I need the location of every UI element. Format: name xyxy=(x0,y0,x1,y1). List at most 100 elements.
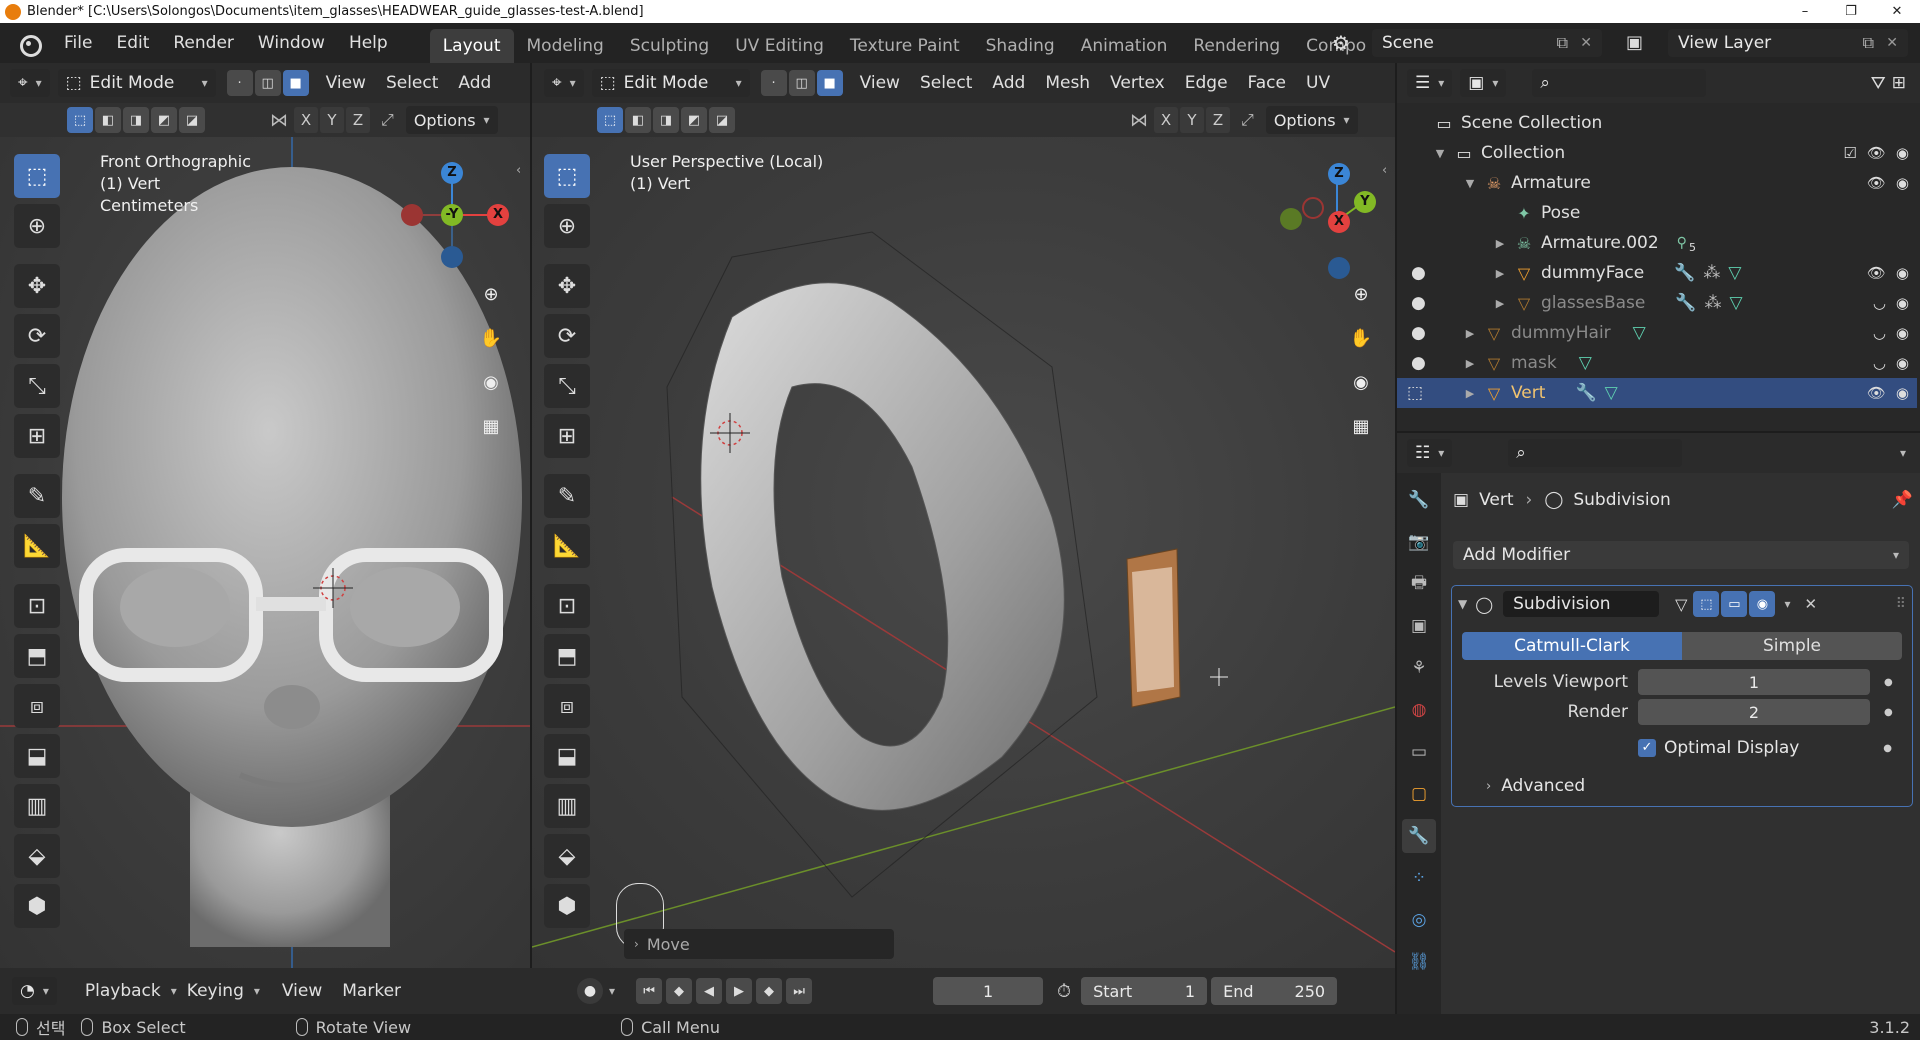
edit-mode-cage-icon[interactable]: ▽ xyxy=(1675,595,1687,614)
show-render-icon[interactable]: ◉ xyxy=(1749,591,1776,617)
outliner-row-mask[interactable]: ● ▶ ▽ mask ▽ ◡ ◉ xyxy=(1397,348,1917,378)
outliner-row-dummyhair[interactable]: ● ▶ ▽ dummyHair ▽ ◡ ◉ xyxy=(1397,318,1917,348)
select-invert-icon[interactable]: ◩ xyxy=(151,107,177,133)
gizmo-y-axis[interactable]: Y xyxy=(1354,191,1376,213)
outliner-row-pose[interactable]: ✦ Pose xyxy=(1397,198,1917,228)
gizmo-neg-x-axis[interactable] xyxy=(401,204,423,226)
menu-view[interactable]: View xyxy=(272,971,332,1011)
select-box-tool-icon[interactable]: ⬚ xyxy=(544,154,590,198)
modifier-wrench-icon[interactable]: 🔧 xyxy=(1575,383,1596,403)
measure-tool-icon[interactable]: 📐 xyxy=(544,524,590,568)
new-collection-icon[interactable]: ⊞ xyxy=(1892,73,1906,93)
select-subtract-icon[interactable]: ◨ xyxy=(123,107,149,133)
measure-tool-icon[interactable]: 📐 xyxy=(14,524,60,568)
axis-x-toggle[interactable]: X xyxy=(1154,107,1178,133)
options-dropdown[interactable]: Options ▾ xyxy=(1265,106,1358,134)
select-new-icon[interactable]: ⬚ xyxy=(597,107,623,133)
chevron-down-icon[interactable]: ▾ xyxy=(1784,597,1790,611)
perspective-grid-icon[interactable]: ▦ xyxy=(1345,410,1377,442)
gizmo-neg-z-axis[interactable] xyxy=(1328,257,1350,279)
mirror-icon[interactable]: ⋈ xyxy=(270,110,288,131)
play-icon[interactable]: ▶ xyxy=(726,978,753,1004)
loop-cut-tool-icon[interactable]: ▥ xyxy=(544,784,590,828)
face-select-icon[interactable]: ■ xyxy=(282,70,309,96)
modifier-wrench-icon[interactable]: 🔧 xyxy=(1675,293,1696,313)
add-modifier-button[interactable]: Add Modifier ▾ xyxy=(1453,541,1909,569)
menu-view[interactable]: View xyxy=(316,63,376,103)
collapse-chevron-icon[interactable]: ▼ xyxy=(1458,597,1467,611)
tab-shading[interactable]: Shading xyxy=(973,29,1068,63)
eye-icon[interactable]: 👁 xyxy=(1867,174,1886,192)
select-subtract-icon[interactable]: ◨ xyxy=(653,107,679,133)
properties-editor-dropdown[interactable]: ☷ ▾ xyxy=(1407,439,1453,467)
vertex-groups-icon[interactable]: ⁂ xyxy=(1703,263,1720,283)
output-tab-icon[interactable]: 🖶 xyxy=(1402,567,1436,601)
menu-vertex[interactable]: Vertex xyxy=(1100,63,1175,103)
cursor-tool-icon[interactable]: ⊕ xyxy=(544,204,590,248)
keyframe-dot-icon[interactable]: ● xyxy=(1884,707,1893,718)
outliner-row-collection[interactable]: ▼ ▭ Collection ☑ 👁 ◉ xyxy=(1397,138,1917,168)
menu-edit[interactable]: Edit xyxy=(104,23,161,63)
mesh-data-icon[interactable]: ▽ xyxy=(1579,353,1592,373)
play-reverse-icon[interactable]: ◀ xyxy=(696,978,723,1004)
render-tab-icon[interactable]: 📷 xyxy=(1402,525,1436,559)
zoom-icon[interactable]: ⊕ xyxy=(475,278,507,310)
display-mode-dropdown[interactable]: ▣ ▾ xyxy=(1460,69,1507,97)
axis-x-toggle[interactable]: X xyxy=(294,107,318,133)
maximize-button[interactable]: ❐ xyxy=(1828,0,1874,23)
edit-dot-icon[interactable]: ● xyxy=(1411,263,1426,283)
expand-arrow-icon[interactable]: ▼ xyxy=(1433,147,1447,160)
select-new-icon[interactable]: ⬚ xyxy=(67,107,93,133)
rotate-tool-icon[interactable]: ⟳ xyxy=(544,314,590,358)
vertex-select-icon[interactable]: · xyxy=(760,70,787,96)
chevron-down-icon[interactable]: ▾ xyxy=(609,984,615,998)
extrude-tool-icon[interactable]: ⬒ xyxy=(14,634,60,678)
camera-render-icon[interactable]: ◉ xyxy=(1896,354,1909,372)
mode-dropdown[interactable]: ⬚ Edit Mode ▾ xyxy=(57,69,216,97)
expand-arrow-icon[interactable]: ▶ xyxy=(1493,297,1507,310)
scene-field[interactable]: Scene ⧉ ✕ xyxy=(1372,29,1602,57)
gizmo-z-axis[interactable]: Z xyxy=(441,162,463,184)
menu-add[interactable]: Add xyxy=(448,63,501,103)
extrude-tool-icon[interactable]: ⬒ xyxy=(544,634,590,678)
inset-tool-icon[interactable]: ⧈ xyxy=(544,684,590,728)
camera-render-icon[interactable]: ◉ xyxy=(1896,294,1909,312)
camera-render-icon[interactable]: ◉ xyxy=(1896,174,1909,192)
render-levels-field[interactable]: 2 xyxy=(1638,699,1870,725)
tool-tab-icon[interactable]: 🔧 xyxy=(1402,483,1436,517)
start-frame-field[interactable]: Start 1 xyxy=(1081,977,1208,1005)
camera-render-icon[interactable]: ◉ xyxy=(1896,144,1909,162)
tab-uv-editing[interactable]: UV Editing xyxy=(722,29,837,63)
remove-scene-icon[interactable]: ✕ xyxy=(1580,35,1592,51)
select-extend-icon[interactable]: ◧ xyxy=(95,107,121,133)
last-operator-panel[interactable]: › Move xyxy=(624,929,894,959)
delete-modifier-icon[interactable]: ✕ xyxy=(1804,595,1817,613)
next-keyframe-icon[interactable]: ◆ xyxy=(756,978,783,1004)
copy-view-layer-icon[interactable]: ⧉ xyxy=(1863,33,1874,53)
annotate-tool-icon[interactable]: ✎ xyxy=(544,474,590,518)
select-intersect-icon[interactable]: ◪ xyxy=(709,107,735,133)
menu-edge[interactable]: Edge xyxy=(1175,63,1238,103)
advanced-subpanel[interactable]: › Advanced xyxy=(1452,772,1912,800)
view-layer-tab-icon[interactable]: ▣ xyxy=(1402,609,1436,643)
pan-hand-icon[interactable]: ✋ xyxy=(475,322,507,354)
axis-z-toggle[interactable]: Z xyxy=(346,107,370,133)
scale-tool-icon[interactable]: ⤡ xyxy=(14,364,60,408)
tab-modeling[interactable]: Modeling xyxy=(514,29,617,63)
show-in-editmode-icon[interactable]: ⬚ xyxy=(1693,591,1720,617)
camera-render-icon[interactable]: ◉ xyxy=(1896,264,1909,282)
right-navigation-gizmo[interactable]: Z Y X xyxy=(1252,153,1392,283)
gizmo-neg-y-axis[interactable]: -Y xyxy=(441,204,463,226)
drag-handle-icon[interactable]: ⠿ xyxy=(1896,596,1906,612)
optimal-display-checkbox[interactable]: ✓ xyxy=(1638,739,1656,757)
keyframe-dot-icon[interactable]: ● xyxy=(1884,677,1893,688)
expand-arrow-icon[interactable]: ▶ xyxy=(1493,237,1507,250)
expand-arrow-icon[interactable]: ▶ xyxy=(1463,387,1477,400)
vertex-select-icon[interactable]: · xyxy=(226,70,253,96)
outliner-row-dummyface[interactable]: ● ▶ ▽ dummyFace 🔧 ⁂ ▽ 👁 ◉ xyxy=(1397,258,1917,288)
mirror-icon[interactable]: ⋈ xyxy=(1130,110,1148,131)
expand-arrow-icon[interactable]: ▶ xyxy=(1463,357,1477,370)
pin-icon[interactable]: 📌 xyxy=(1892,490,1913,510)
expand-arrow-icon[interactable]: ▼ xyxy=(1463,177,1477,190)
gizmo-neg-z-axis[interactable] xyxy=(441,246,463,268)
